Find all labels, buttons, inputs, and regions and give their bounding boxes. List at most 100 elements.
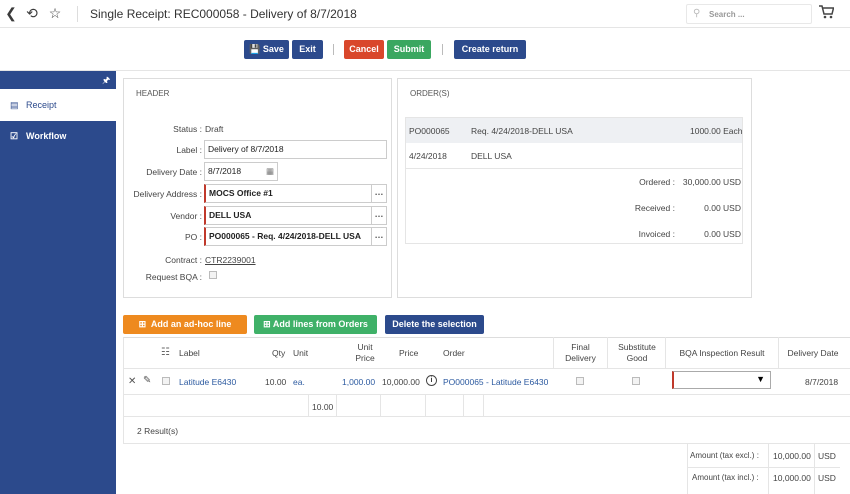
calendar-icon[interactable]: ▦ (266, 163, 274, 180)
caret-down-icon: ▼ (756, 374, 765, 384)
more-icon[interactable]: … (371, 185, 386, 202)
back-icon[interactable]: ❮ (4, 5, 18, 21)
checkbox-icon: ☑ (10, 131, 19, 141)
invoiced-label: Invoiced : (638, 229, 675, 239)
results-count: 2 Result(s) (137, 426, 179, 436)
search-placeholder: Search ... (709, 10, 745, 19)
sidebar-item-receipt[interactable]: ▤ Receipt (0, 89, 116, 121)
divider (553, 337, 554, 368)
page-title: Single Receipt: REC000058 - Delivery of … (90, 7, 357, 21)
divider (687, 467, 840, 468)
divider (0, 70, 850, 71)
row-price: 10,000.00 (382, 377, 420, 387)
amount-excl-label: Amount (tax excl.) : (690, 451, 759, 460)
divider (308, 394, 309, 416)
col-qty[interactable]: Qty (272, 348, 285, 358)
col-unit-price[interactable]: Unit Price (352, 342, 378, 364)
amount-incl-value: 10,000.00 (773, 473, 811, 483)
invoiced-value: 0.00 USD (704, 229, 741, 239)
contract-link[interactable]: CTR2239001 (205, 255, 256, 265)
request-bqa-checkbox[interactable] (209, 271, 217, 279)
divider (406, 168, 742, 169)
row-unit-price[interactable]: 1,000.00 (342, 377, 375, 387)
order-qty: 1000.00 Each (690, 126, 743, 136)
final-delivery-checkbox[interactable] (576, 377, 584, 385)
col-delivery-date[interactable]: Delivery Date (779, 348, 847, 358)
cancel-button[interactable]: Cancel (344, 40, 384, 59)
status-value: Draft (205, 124, 224, 134)
delivery-date-label: Delivery Date : (146, 167, 202, 177)
col-order[interactable]: Order (443, 348, 465, 358)
divider (380, 394, 381, 416)
divider (333, 44, 334, 55)
delivery-address-input[interactable]: MOCS Office #1 … (204, 184, 387, 203)
bqa-result-select[interactable]: ▼ (672, 371, 771, 389)
save-button[interactable]: 💾 Save (244, 40, 289, 59)
delivery-address-label: Delivery Address : (133, 189, 203, 199)
delete-row-icon[interactable]: ✕ (128, 376, 136, 387)
divider (123, 416, 850, 417)
plus-icon: ⊞ (138, 319, 147, 329)
refresh-icon[interactable]: ⟲ (25, 5, 39, 21)
cart-icon[interactable] (818, 5, 835, 19)
save-icon: 💾 (249, 44, 261, 54)
header-panel-title: HEADER (136, 89, 170, 98)
plus-icon: ⊞ (263, 319, 271, 329)
vendor-input[interactable]: DELL USA … (204, 206, 387, 225)
col-final-delivery[interactable]: Final Delivery (558, 342, 603, 364)
exit-button[interactable]: Exit (292, 40, 323, 59)
divider (123, 368, 850, 369)
star-icon[interactable]: ☆ (48, 5, 62, 21)
col-substitute-good[interactable]: Substitute Good (611, 342, 663, 364)
row-order[interactable]: PO000065 - Latitude E6430 (443, 377, 548, 387)
divider (425, 394, 426, 416)
received-value: 0.00 USD (704, 203, 741, 213)
add-lines-from-orders-button[interactable]: ⊞ Add lines from Orders (254, 315, 377, 334)
orders-panel-title: ORDER(S) (410, 89, 450, 98)
edit-icon[interactable]: ✎ (143, 375, 151, 386)
col-bqa-inspection-result[interactable]: BQA Inspection Result (666, 348, 778, 358)
po-label: PO : (184, 232, 202, 242)
submit-button[interactable]: Submit (387, 40, 431, 59)
row-qty: 10.00 (265, 377, 287, 387)
row-checkbox[interactable] (162, 377, 170, 385)
col-unit[interactable]: Unit (293, 348, 308, 358)
amount-incl-label: Amount (tax incl.) : (692, 473, 759, 482)
substitute-good-checkbox[interactable] (632, 377, 640, 385)
total-qty: 10.00 (312, 402, 334, 412)
delivery-date-input[interactable]: 8/7/2018 ▦ (204, 162, 278, 181)
add-adhoc-line-button[interactable]: ⊞ Add an ad-hoc line (123, 315, 247, 334)
divider (814, 444, 815, 494)
col-price[interactable]: Price (399, 348, 418, 358)
order-desc: Req. 4/24/2018-DELL USA (471, 126, 573, 136)
label-input[interactable]: Delivery of 8/7/2018 (204, 140, 387, 159)
order-vendor: DELL USA (471, 151, 512, 161)
search-input[interactable]: ⚲ Search ... (686, 4, 812, 24)
divider (336, 394, 337, 416)
status-label: Status : (173, 124, 202, 134)
received-label: Received : (634, 203, 675, 213)
contract-label: Contract : (165, 255, 202, 265)
select-all-icon[interactable]: ☷ (161, 347, 170, 358)
row-delivery-date: 8/7/2018 (805, 377, 839, 387)
delete-selection-button[interactable]: Delete the selection (385, 315, 484, 334)
po-input[interactable]: PO000065 - Req. 4/24/2018-DELL USA … (204, 227, 387, 246)
divider (463, 394, 464, 416)
ordered-value: 30,000.00 USD (682, 177, 741, 187)
divider (77, 6, 78, 22)
more-icon[interactable]: … (371, 207, 386, 224)
order-date: 4/24/2018 (409, 151, 447, 161)
divider (607, 337, 608, 368)
receipt-icon: ▤ (10, 100, 19, 110)
more-icon[interactable]: … (371, 228, 386, 245)
row-unit[interactable]: ea. (293, 377, 305, 387)
info-icon[interactable]: i (426, 375, 437, 386)
order-po: PO000065 (409, 126, 450, 136)
request-bqa-label: Request BQA : (145, 272, 202, 282)
col-label[interactable]: Label (179, 348, 200, 358)
pin-icon[interactable]: 🖈 (102, 73, 110, 89)
sidebar-item-workflow[interactable]: ☑ Workflow (0, 120, 116, 152)
row-label[interactable]: Latitude E6430 (179, 377, 236, 387)
create-return-button[interactable]: Create return (454, 40, 526, 59)
search-icon: ⚲ (693, 8, 701, 19)
